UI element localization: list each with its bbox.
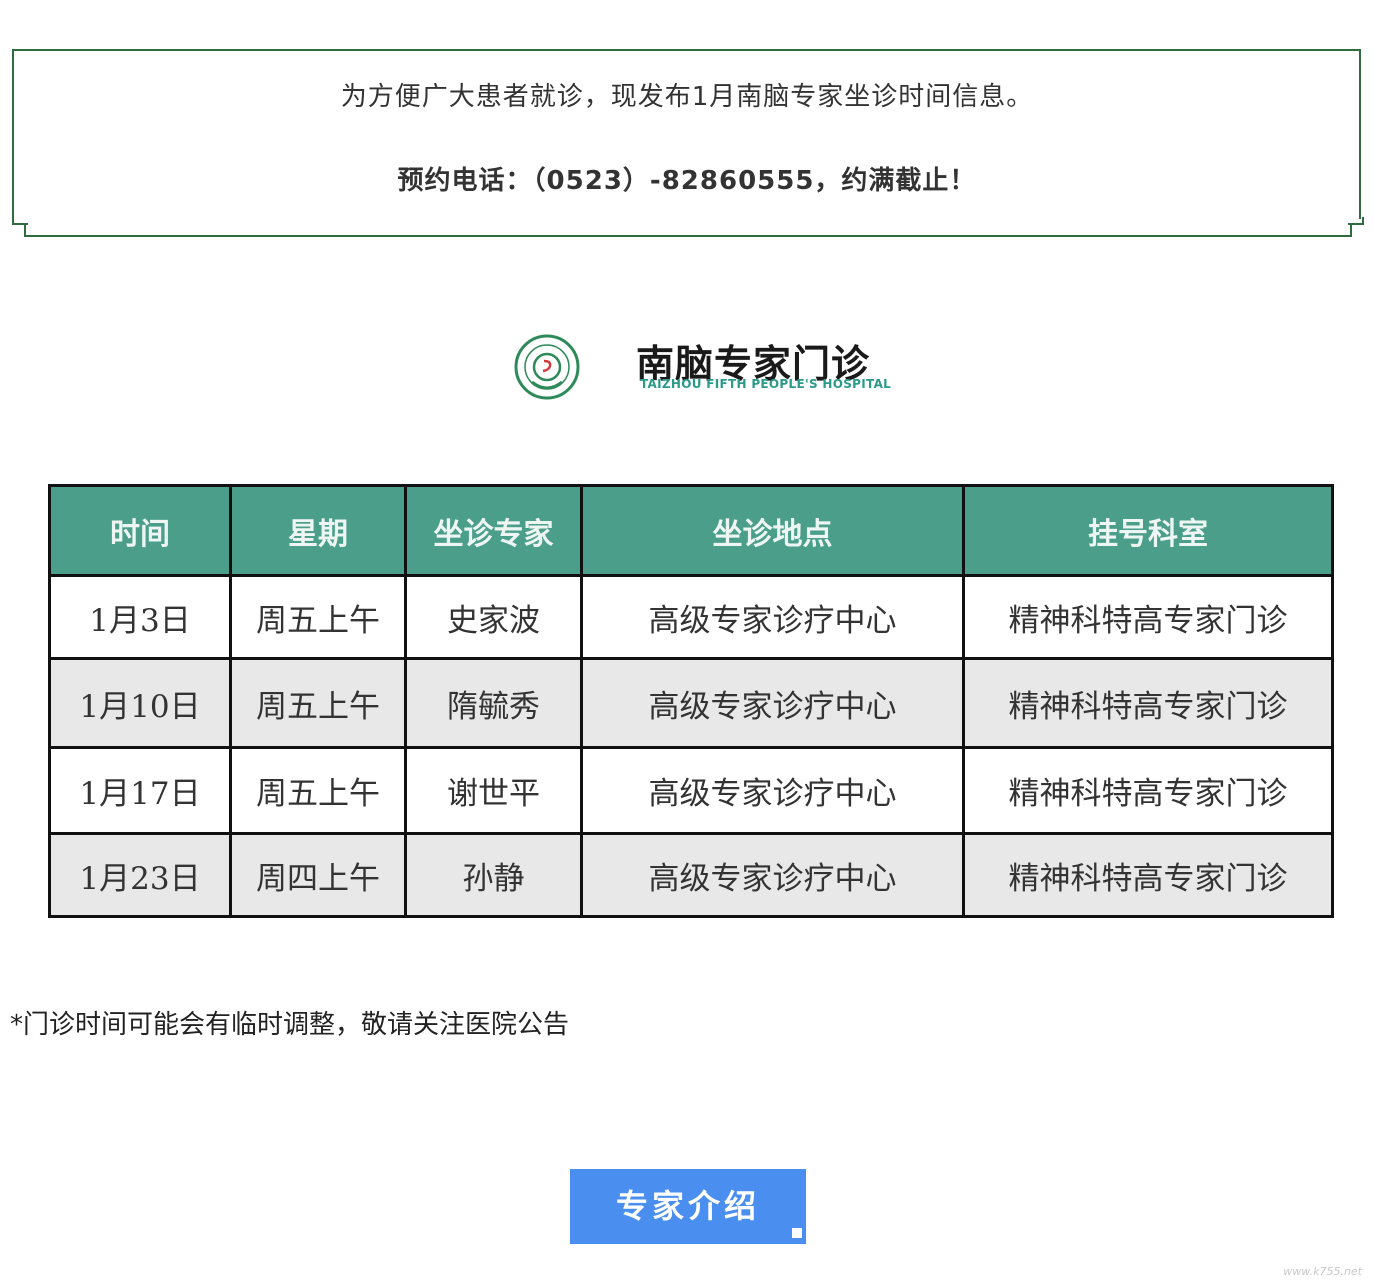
- cell-weekday: 周五上午: [229, 657, 407, 749]
- cell-date: 1月10日: [48, 657, 232, 749]
- cell-expert: 孙静: [404, 832, 583, 918]
- cell-department: 精神科特高专家门诊: [962, 832, 1334, 918]
- column-header-time: 时间: [48, 484, 232, 577]
- table-row: 1月3日 周五上午 史家波 高级专家诊疗中心 精神科特高专家门诊: [48, 574, 1334, 660]
- table-row: 1月23日 周四上午 孙静 高级专家诊疗中心 精神科特高专家门诊: [48, 832, 1334, 918]
- cell-location: 高级专家诊疗中心: [580, 657, 965, 749]
- table-row: 1月17日 周五上午 谢世平 高级专家诊疗中心 精神科特高专家门诊: [48, 746, 1334, 835]
- column-header-department: 挂号科室: [962, 484, 1334, 577]
- table-header-row: 时间 星期 坐诊专家 坐诊地点 挂号科室: [48, 484, 1334, 577]
- cell-date: 1月3日: [48, 574, 232, 660]
- cell-location: 高级专家诊疗中心: [580, 746, 965, 835]
- notice-text: 为方便广大患者就诊，现发布1月南脑专家坐诊时间信息。: [340, 82, 1034, 112]
- cell-date: 1月23日: [48, 832, 232, 918]
- cell-weekday: 周五上午: [229, 746, 407, 835]
- cell-expert: 谢世平: [404, 746, 583, 835]
- cell-weekday: 周四上午: [229, 832, 407, 918]
- notice-box-bottom-border: [12, 217, 1364, 237]
- cell-date: 1月17日: [48, 746, 232, 835]
- cell-expert: 史家波: [404, 574, 583, 660]
- cell-weekday: 周五上午: [229, 574, 407, 660]
- button-corner-mark: [792, 1228, 802, 1238]
- cell-department: 精神科特高专家门诊: [962, 746, 1334, 835]
- schedule-disclaimer: *门诊时间可能会有临时调整，敬请关注医院公告: [10, 1010, 570, 1040]
- column-header-expert: 坐诊专家: [404, 484, 583, 577]
- expert-intro-button[interactable]: 专家介绍: [570, 1169, 806, 1244]
- hospital-seal-icon: [514, 334, 580, 400]
- hospital-name-en: TAIZHOU FIFTH PEOPLE'S HOSPITAL: [640, 377, 892, 391]
- cell-department: 精神科特高专家门诊: [962, 657, 1334, 749]
- table-row: 1月10日 周五上午 隋毓秀 高级专家诊疗中心 精神科特高专家门诊: [48, 657, 1334, 749]
- column-header-location: 坐诊地点: [580, 484, 965, 577]
- cell-location: 高级专家诊疗中心: [580, 574, 965, 660]
- booking-phone-text: 预约电话：（0523）-82860555，约满截止！: [397, 166, 977, 196]
- expert-schedule-table: 时间 星期 坐诊专家 坐诊地点 挂号科室 1月3日 周五上午 史家波 高级专家诊…: [48, 484, 1334, 918]
- cell-department: 精神科特高专家门诊: [962, 574, 1334, 660]
- watermark: www.k755.net: [1283, 1265, 1362, 1278]
- cell-location: 高级专家诊疗中心: [580, 832, 965, 918]
- column-header-weekday: 星期: [229, 484, 407, 577]
- cell-expert: 隋毓秀: [404, 657, 583, 749]
